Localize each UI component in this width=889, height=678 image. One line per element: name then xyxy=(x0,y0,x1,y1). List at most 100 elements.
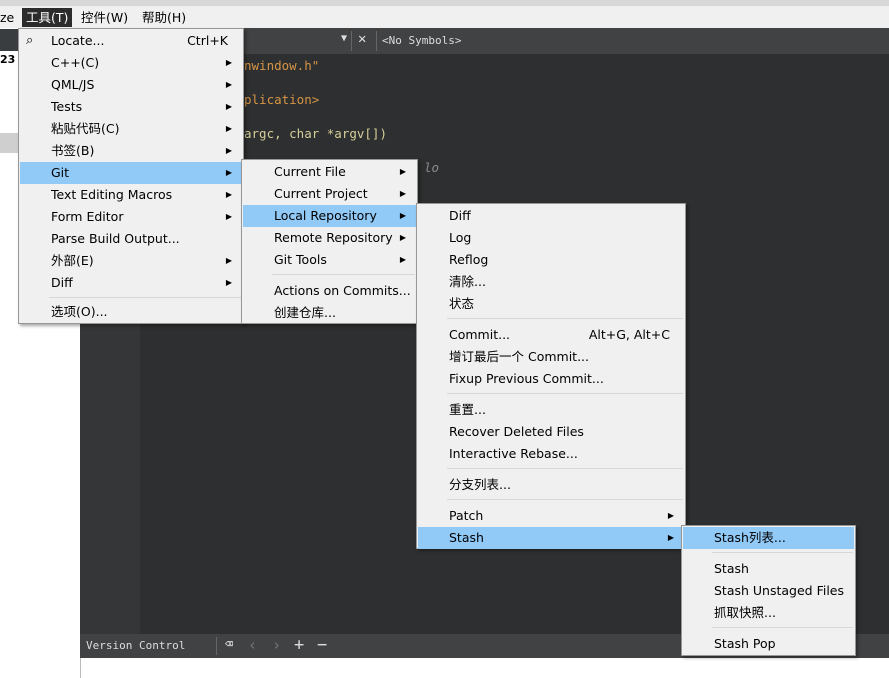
menu-item-label: 创建仓库... xyxy=(274,305,336,320)
menu-item-external[interactable]: 外部(E) ▶ xyxy=(20,250,242,272)
menu-item-form-editor[interactable]: Form Editor ▶ xyxy=(20,206,242,228)
menu-separator xyxy=(447,393,683,394)
menu-item-take-snapshot[interactable]: 抓取快照... xyxy=(683,602,854,624)
submenu-arrow-icon: ▶ xyxy=(225,212,232,221)
menu-item-label: 状态 xyxy=(449,296,475,311)
menu-item-stash-pop[interactable]: Stash Pop xyxy=(683,633,854,655)
menu-item-recover-deleted-files[interactable]: Recover Deleted Files xyxy=(418,421,684,443)
menu-item-git[interactable]: Git ▶ xyxy=(20,162,242,184)
menu-item-actions-on-commits[interactable]: Actions on Commits... xyxy=(243,280,416,302)
menu-item-qmljs[interactable]: QML/JS ▶ xyxy=(20,74,242,96)
submenu-arrow-icon: ▶ xyxy=(225,124,232,133)
output-pane-title[interactable]: Version Control xyxy=(86,639,185,652)
menu-item-options[interactable]: 选项(O)... xyxy=(20,301,242,323)
menu-analyze[interactable]: ze xyxy=(0,8,18,27)
menu-item-tests[interactable]: Tests ▶ xyxy=(20,96,242,118)
menu-item-commit[interactable]: Commit... Alt+G, Alt+C xyxy=(418,324,684,346)
menu-item-label: Log xyxy=(449,230,472,245)
code-line: argc, char *argv[]) xyxy=(244,126,387,141)
left-pane-selected-row[interactable] xyxy=(0,133,18,153)
menu-item-stash[interactable]: Stash ▶ xyxy=(418,527,684,549)
menu-tools[interactable]: 工具(T) xyxy=(22,8,73,27)
next-icon[interactable]: › xyxy=(272,636,281,654)
menu-item-label: 清除... xyxy=(449,274,486,289)
output-pane xyxy=(80,658,889,678)
menu-item-label: 分支列表... xyxy=(449,477,511,492)
menu-item-stash-list[interactable]: Stash列表... xyxy=(683,527,854,549)
menu-item-diff[interactable]: Diff xyxy=(418,205,684,227)
menu-item-label: 粘贴代码(C) xyxy=(51,121,120,136)
menu-item-label: Diff xyxy=(51,275,73,290)
menu-separator xyxy=(49,297,241,298)
submenu-arrow-icon: ▶ xyxy=(225,102,232,111)
submenu-arrow-icon: ▶ xyxy=(225,80,232,89)
menu-item-label: 抓取快照... xyxy=(714,605,776,620)
menu-help[interactable]: 帮助(H) xyxy=(138,8,190,27)
menu-item-parse-build-output[interactable]: Parse Build Output... xyxy=(20,228,242,250)
menu-item-label: Fixup Previous Commit... xyxy=(449,371,604,386)
menu-item-text-editing-macros[interactable]: Text Editing Macros ▶ xyxy=(20,184,242,206)
menu-item-cpp[interactable]: C++(C) ▶ xyxy=(20,52,242,74)
submenu-arrow-icon: ▶ xyxy=(667,533,674,542)
menu-item-label: Current Project xyxy=(274,186,368,201)
menu-item-amend-last-commit[interactable]: 增订最后一个 Commit... xyxy=(418,346,684,368)
toolbar-divider xyxy=(216,637,217,655)
menu-item-label: Remote Repository xyxy=(274,230,393,245)
menu-item-bookmarks[interactable]: 书签(B) ▶ xyxy=(20,140,242,162)
clear-icon[interactable]: ⌫ xyxy=(225,637,233,652)
menu-item-locate[interactable]: ⌕ Locate... Ctrl+K xyxy=(20,30,242,52)
close-icon[interactable]: ✕ xyxy=(358,31,366,47)
menu-item-label: QML/JS xyxy=(51,77,95,92)
toolbar-divider xyxy=(376,31,377,51)
menu-item-label: Current File xyxy=(274,164,346,179)
submenu-arrow-icon: ▶ xyxy=(667,511,674,520)
menu-item-current-file[interactable]: Current File ▶ xyxy=(243,161,416,183)
left-pane-text: 23 xyxy=(0,53,16,66)
dropdown-arrow-icon[interactable]: ▼ xyxy=(341,33,347,44)
menu-item-diff[interactable]: Diff ▶ xyxy=(20,272,242,294)
menu-item-clean[interactable]: 清除... xyxy=(418,271,684,293)
menu-item-label: Diff xyxy=(449,208,471,223)
menu-item-stash[interactable]: Stash xyxy=(683,558,854,580)
menu-item-fixup-previous-commit[interactable]: Fixup Previous Commit... xyxy=(418,368,684,390)
menu-item-label: Commit... xyxy=(449,327,511,342)
menu-item-stash-unstaged-files[interactable]: Stash Unstaged Files xyxy=(683,580,854,602)
submenu-arrow-icon: ▶ xyxy=(399,211,406,220)
submenu-arrow-icon: ▶ xyxy=(225,168,232,177)
menu-item-label: Stash Pop xyxy=(714,636,776,651)
prev-icon[interactable]: ‹ xyxy=(248,636,257,654)
menu-item-git-tools[interactable]: Git Tools ▶ xyxy=(243,249,416,271)
menu-item-patch[interactable]: Patch ▶ xyxy=(418,505,684,527)
code-line: lo xyxy=(424,160,440,175)
menu-item-paste-code[interactable]: 粘贴代码(C) ▶ xyxy=(20,118,242,140)
menu-item-create-repository[interactable]: 创建仓库... xyxy=(243,302,416,324)
submenu-arrow-icon: ▶ xyxy=(399,189,406,198)
zoom-in-icon[interactable]: + xyxy=(294,635,304,655)
menu-item-label: 外部(E) xyxy=(51,253,94,268)
menu-item-interactive-rebase[interactable]: Interactive Rebase... xyxy=(418,443,684,465)
menu-item-reflog[interactable]: Reflog xyxy=(418,249,684,271)
menu-item-local-repository[interactable]: Local Repository ▶ xyxy=(243,205,416,227)
submenu-arrow-icon: ▶ xyxy=(225,256,232,265)
menu-item-label: Git Tools xyxy=(274,252,327,267)
symbols-dropdown[interactable]: <No Symbols> xyxy=(382,34,461,47)
zoom-out-icon[interactable]: − xyxy=(317,635,327,655)
menu-separator xyxy=(447,468,683,469)
menu-item-status[interactable]: 状态 xyxy=(418,293,684,315)
menu-item-log[interactable]: Log xyxy=(418,227,684,249)
menu-item-label: Stash列表... xyxy=(714,530,786,545)
menu-item-label: Git xyxy=(51,165,70,180)
menu-item-branches[interactable]: 分支列表... xyxy=(418,474,684,496)
menu-item-label: Form Editor xyxy=(51,209,124,224)
menu-item-label: Tests xyxy=(51,99,83,114)
menu-item-label: Patch xyxy=(449,508,484,523)
menu-item-current-project[interactable]: Current Project ▶ xyxy=(243,183,416,205)
local-repository-submenu: Diff Log Reflog 清除... 状态 Commit... Alt+G,… xyxy=(416,203,686,549)
menu-item-remote-repository[interactable]: Remote Repository ▶ xyxy=(243,227,416,249)
menu-item-label: C++(C) xyxy=(51,55,100,70)
menu-item-reset[interactable]: 重置... xyxy=(418,399,684,421)
tools-menu: ⌕ Locate... Ctrl+K C++(C) ▶ QML/JS ▶ Tests… xyxy=(18,28,244,324)
menu-item-label: 重置... xyxy=(449,402,486,417)
menu-separator xyxy=(712,627,853,628)
menu-widgets[interactable]: 控件(W) xyxy=(77,8,132,27)
